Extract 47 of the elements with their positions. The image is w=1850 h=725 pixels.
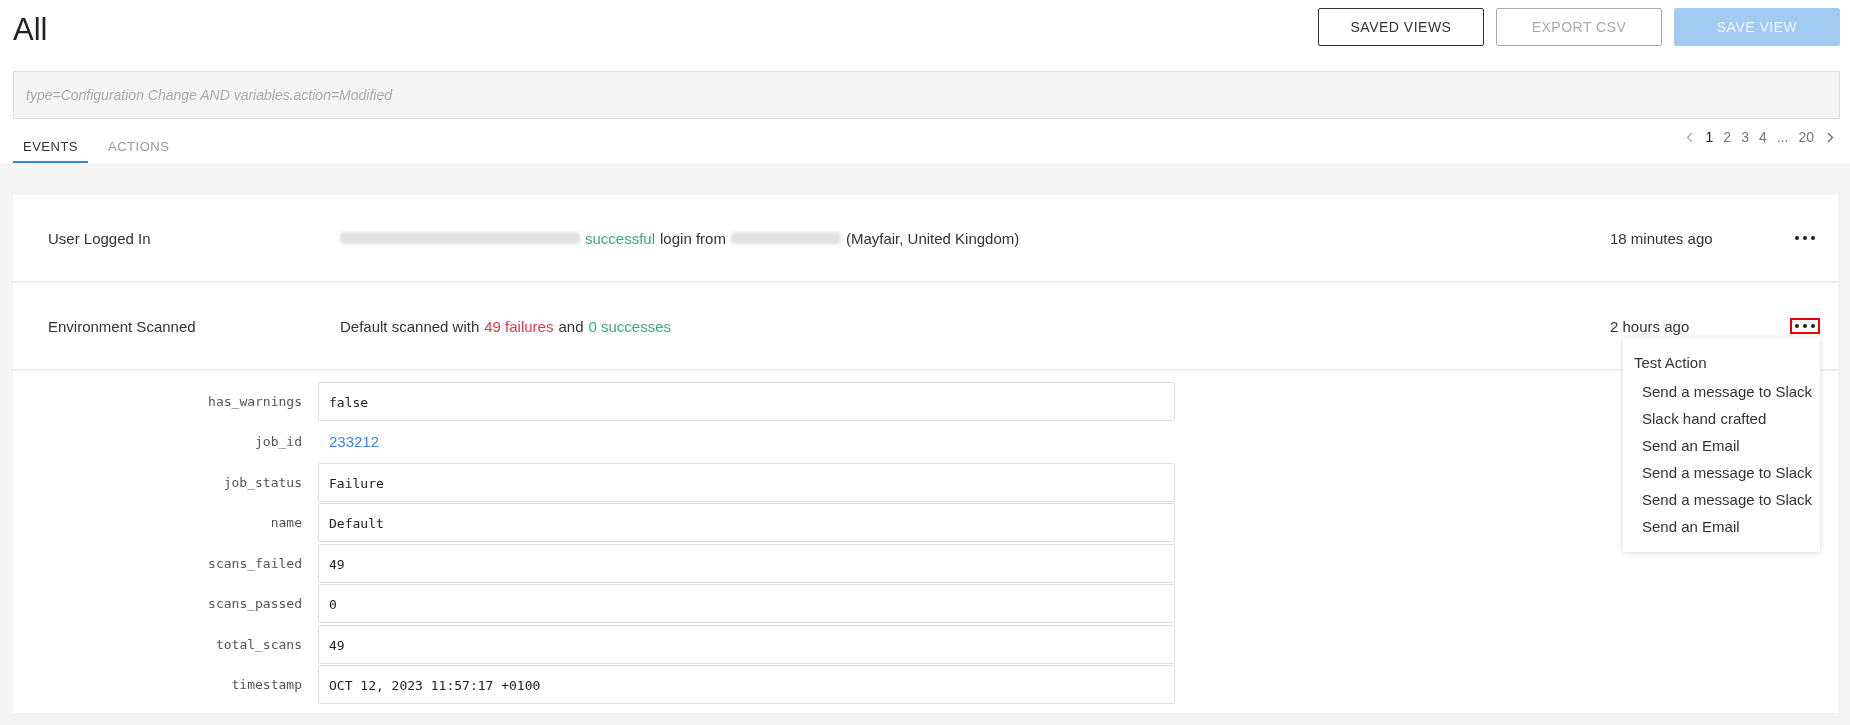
field-label: timestamp [230,677,303,693]
next-page-icon[interactable] [1827,131,1834,143]
value-field: 49 [318,624,1175,664]
ellipsis-icon [1795,324,1815,328]
event-name: Environment Scanned [48,317,197,335]
menu-item[interactable]: Send an Email [1623,432,1820,459]
page-link[interactable]: 3 [1738,129,1752,145]
job-link[interactable]: 233212 [318,433,380,451]
toolbar-button[interactable]: SAVED VIEWS [1318,8,1484,46]
value-field: 49 [318,543,1175,583]
menu-item[interactable]: Send a message to Slack [1623,459,1820,486]
success-text: 0 successes [588,317,672,335]
menu-item[interactable]: Send a message to Slack [1623,486,1820,513]
field-label: has_warnings [207,393,303,409]
more-button[interactable] [1790,318,1820,334]
field-label: scans_failed [207,555,303,571]
field-label: job_id [254,434,303,450]
event-time: 18 minutes ago [1610,229,1714,247]
value-field: false [318,381,1175,421]
event-time: 2 hours ago [1610,317,1691,335]
page-title: All [13,12,48,48]
field-label: total_scans [214,636,303,652]
field-label: job_status [222,474,303,490]
description-text: and [558,317,584,335]
page-link[interactable]: ... [1773,129,1792,145]
description-text: login from [660,229,726,247]
page-link[interactable]: 4 [1755,129,1770,145]
description-text: (Mayfair, United Kingdom) [845,229,1020,247]
page-link[interactable]: 1 [1702,129,1717,145]
menu-item[interactable]: Send a message to Slack [1623,378,1820,405]
failure-text: 49 failures [484,317,554,335]
field-label: name [269,515,303,531]
page-link[interactable]: 20 [1795,129,1817,145]
menu-heading: Test Action [1633,354,1708,373]
value-field: OCT 12, 2023 11:57:17 +0100 [318,665,1175,705]
value-field: Failure [318,462,1175,502]
search-field[interactable]: type=Configuration Change AND variables.action=Modified [13,71,1840,119]
ellipsis-icon [1795,236,1815,240]
menu-item[interactable]: Slack hand crafted [1623,405,1820,432]
description-text: Default scanned with [340,317,480,335]
value-field: Default [318,503,1175,543]
value-field: 0 [318,584,1175,624]
success-text: successful [585,229,656,247]
event-name: User Logged In [48,229,152,247]
menu-item[interactable]: Send an Email [1623,513,1820,540]
page-link[interactable]: 2 [1720,129,1735,145]
field-label: scans_passed [207,596,303,612]
